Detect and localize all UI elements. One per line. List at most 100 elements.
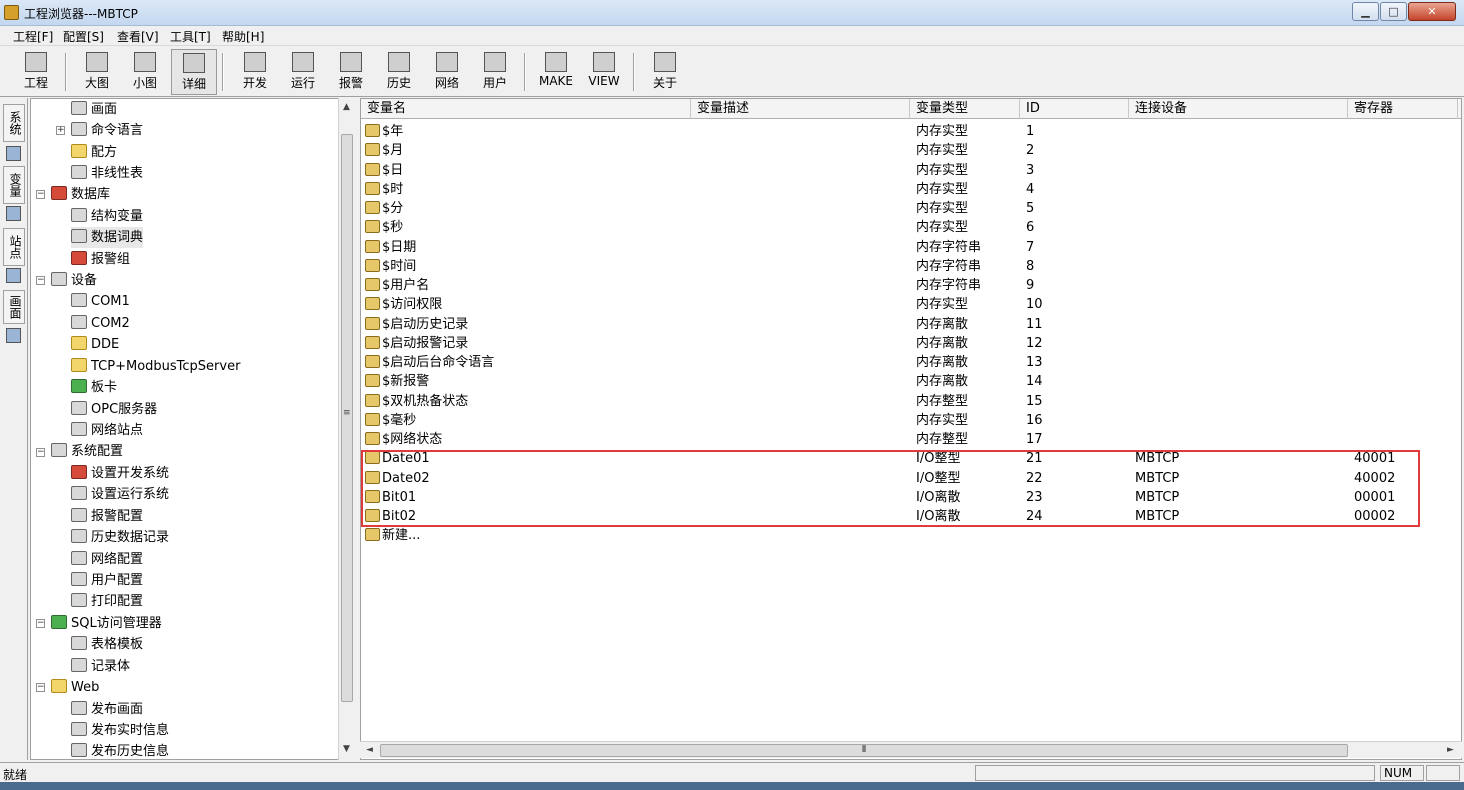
maximize-button[interactable]: □ [1380,2,1407,21]
column-header-register[interactable]: 寄存器 [1348,99,1458,119]
tree-item-system-config[interactable]: 系统配置 [51,441,123,462]
tree-item-record-set[interactable]: 记录体 [71,656,130,677]
table-row[interactable]: $月内存实型2 [361,141,1462,160]
tree-item-set-run-system[interactable]: 设置运行系统 [71,484,169,505]
toolbar-develop-button[interactable]: 开发 [232,49,278,95]
menu-config[interactable]: 配置[S] [63,28,104,45]
menu-project[interactable]: 工程[F] [13,28,53,45]
table-row[interactable]: $网络状态内存整型17 [361,430,1462,449]
table-row[interactable]: $时内存实型4 [361,180,1462,199]
tree-item-net-station[interactable]: 网络站点 [71,420,143,441]
toolbar-small-icon-button[interactable]: 小图 [122,49,168,95]
tree-scroll-thumb[interactable] [341,134,353,702]
table-row[interactable]: $年内存实型1 [361,122,1462,141]
collapse-icon[interactable]: − [36,276,45,285]
tree-item-nonlinear-table[interactable]: 非线性表 [71,163,143,184]
table-row[interactable]: $启动历史记录内存离散11 [361,315,1462,334]
cell-id: 17 [1026,430,1043,449]
sql-icon [51,615,67,629]
tab-variable[interactable]: 变量 [3,166,25,204]
table-row[interactable]: $新报警内存离散14 [361,372,1462,391]
tree-item-publish-screen[interactable]: 发布画面 [71,699,143,720]
table-row[interactable]: $访问权限内存实型10 [361,295,1462,314]
status-text: 就绪 [3,766,27,783]
tree-item-struct-variable[interactable]: 结构变量 [71,206,143,227]
tree-item-publish-history[interactable]: 发布历史信息 [71,741,169,760]
cell-name: $时 [365,180,403,199]
table-row[interactable]: $日期内存字符串7 [361,238,1462,257]
table-scroll-thumb[interactable]: ⫴ [380,744,1348,757]
table-row[interactable]: $时间内存字符串8 [361,257,1462,276]
table-row[interactable]: $毫秒内存实型16 [361,411,1462,430]
column-header-type[interactable]: 变量类型 [910,99,1020,119]
tree-item-com1[interactable]: COM1 [71,291,130,312]
toolbar-view-button[interactable]: VIEW [581,49,627,95]
tree-item-table-template[interactable]: 表格模板 [71,634,143,655]
toolbar-alarm-button[interactable]: 报警 [328,49,374,95]
tree-item-board[interactable]: 板卡 [71,377,117,398]
tree-item-recipe[interactable]: 配方 [71,142,117,163]
table-row[interactable]: $秒内存实型6 [361,218,1462,237]
tree-item-network-config[interactable]: 网络配置 [71,549,143,570]
table-row[interactable]: $启动报警记录内存离散12 [361,334,1462,353]
tree-item-set-dev-system[interactable]: 设置开发系统 [71,463,169,484]
collapse-icon[interactable]: − [36,448,45,457]
toolbar-history-button[interactable]: 历史 [376,49,422,95]
toolbar-large-icon-button[interactable]: 大图 [74,49,120,95]
cell-name: $毫秒 [365,411,416,430]
column-header-id[interactable]: ID [1020,99,1129,119]
table-horizontal-scrollbar[interactable]: ◄ ⫴ ► [360,741,1462,758]
collapse-icon[interactable]: − [36,683,45,692]
table-row[interactable]: $双机热备状态内存整型15 [361,392,1462,411]
toolbar-project-button[interactable]: 工程 [13,49,59,95]
tree-item-print-config[interactable]: 打印配置 [71,591,143,612]
tree-scrollbar[interactable]: ▲ ≡ ▼ [338,98,354,760]
scroll-up-icon[interactable]: ▲ [343,102,350,112]
variable-icon [365,124,380,137]
collapse-icon[interactable]: − [36,619,45,628]
column-header-description[interactable]: 变量描述 [691,99,910,119]
scroll-down-icon[interactable]: ▼ [343,744,350,754]
toolbar-about-button[interactable]: 关于 [642,49,688,95]
menu-view[interactable]: 查看[V] [117,28,159,45]
close-button[interactable]: ✕ [1408,2,1456,21]
tree-item-web[interactable]: Web [51,677,99,698]
tab-station[interactable]: 站点 [3,228,25,266]
tab-system[interactable]: 系统 [3,104,25,142]
tree-item-user-config[interactable]: 用户配置 [71,570,143,591]
scroll-right-icon[interactable]: ► [1447,745,1454,755]
toolbar-run-button[interactable]: 运行 [280,49,326,95]
tree-item-device[interactable]: 设备 [51,270,97,291]
toolbar-network-button[interactable]: 网络 [424,49,470,95]
tree-item-data-dictionary[interactable]: 数据词典 [71,227,143,248]
tree-item-alarm-group[interactable]: 报警组 [71,249,130,270]
tree-item-history-record[interactable]: 历史数据记录 [71,527,169,548]
tree-item-dde[interactable]: DDE [71,334,119,355]
minimize-button[interactable]: ▁ [1352,2,1379,21]
expand-icon[interactable]: + [56,126,65,135]
collapse-icon[interactable]: − [36,190,45,199]
new-variable-row[interactable]: 新建... [361,526,1462,545]
scroll-left-icon[interactable]: ◄ [366,745,373,755]
column-header-name[interactable]: 变量名 [361,99,691,119]
tree-item-com2[interactable]: COM2 [71,313,130,334]
table-row[interactable]: $启动后台命令语言内存离散13 [361,353,1462,372]
table-row[interactable]: $分内存实型5 [361,199,1462,218]
tree-item-database[interactable]: 数据库 [51,184,110,205]
tree-item-opc-server[interactable]: OPC服务器 [71,399,157,420]
toolbar-detail-button[interactable]: 详细 [171,49,217,95]
tree-item-alarm-config[interactable]: 报警配置 [71,506,143,527]
tab-screen[interactable]: 画面 [3,290,25,324]
menu-help[interactable]: 帮助[H] [222,28,264,45]
table-row[interactable]: $日内存实型3 [361,161,1462,180]
tree-item-tcp-modbus[interactable]: TCP+ModbusTcpServer [71,356,240,377]
tree-item-screen[interactable]: 画面 [71,99,117,120]
table-row[interactable]: $用户名内存字符串9 [361,276,1462,295]
tree-item-command-language[interactable]: 命令语言 [71,120,143,141]
toolbar-make-button[interactable]: MAKE [533,49,579,95]
tree-item-sql-manager[interactable]: SQL访问管理器 [51,613,162,634]
menu-tools[interactable]: 工具[T] [170,28,211,45]
column-header-device[interactable]: 连接设备 [1129,99,1348,119]
tree-item-publish-realtime[interactable]: 发布实时信息 [71,720,169,741]
toolbar-user-button[interactable]: 用户 [472,49,518,95]
